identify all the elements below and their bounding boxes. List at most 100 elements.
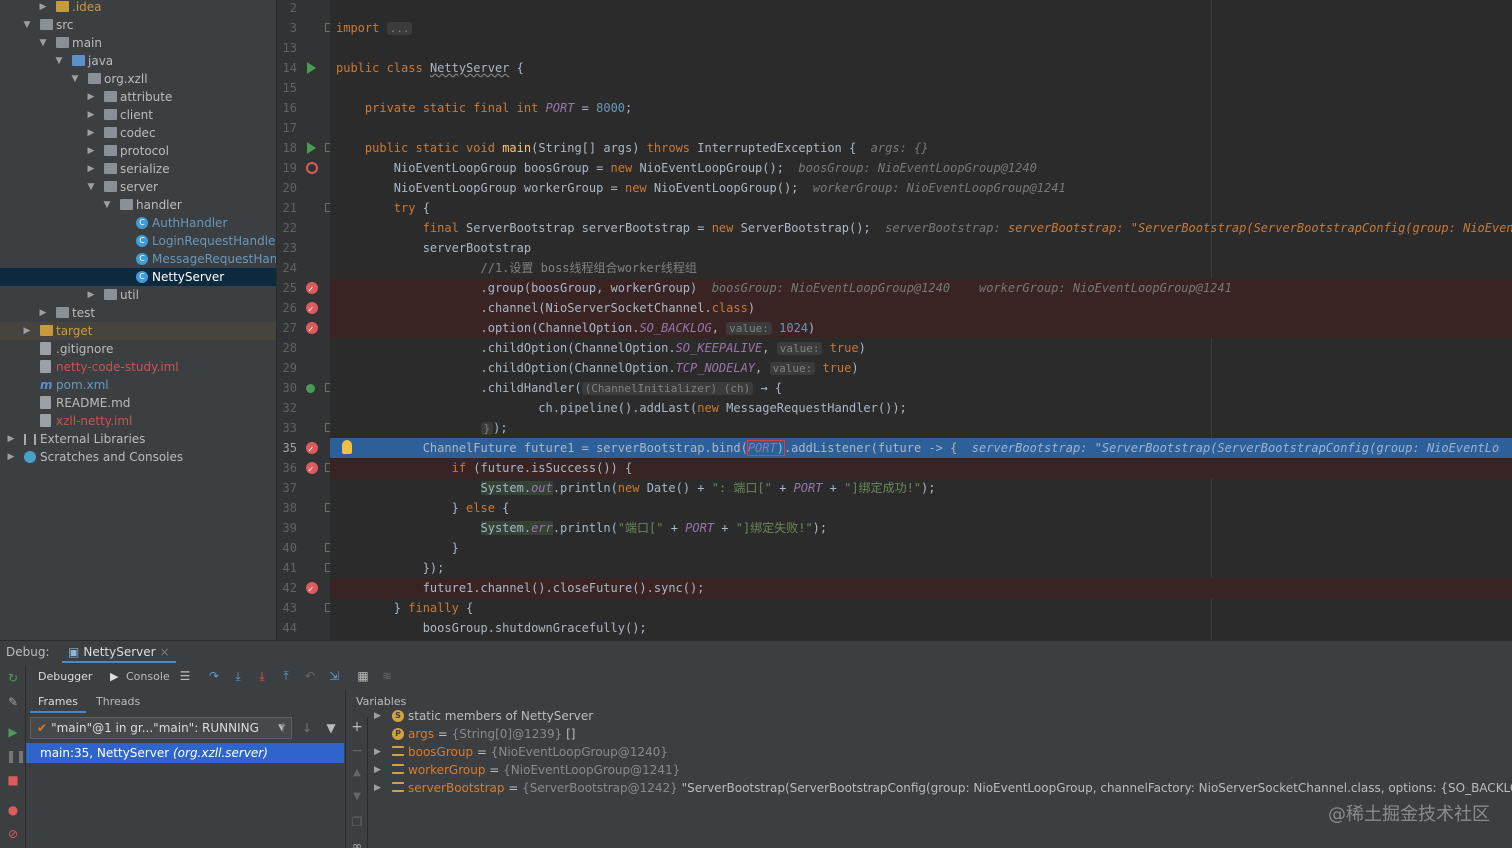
copy-icon[interactable]: ❐ [350,815,364,829]
line-number[interactable]: 39 [277,518,331,538]
stop-icon[interactable]: ■ [6,773,20,787]
breakpoint-icon[interactable]: ✓ [306,462,318,475]
mute-breakpoints-icon[interactable]: ⊘ [6,827,20,841]
remove-watch-icon[interactable]: − [350,743,364,759]
variable-row[interactable]: ▶ boosGroup = {NioEventLoopGroup@1240} [368,743,1512,761]
chevron-right-icon[interactable]: ▶ [86,124,96,142]
tree-item[interactable]: ▶ attribute [0,88,276,106]
step-over-icon[interactable]: ↷ [207,669,221,683]
line-number[interactable]: 18 [277,138,333,158]
line-number[interactable]: 22 [277,218,331,238]
line-number[interactable]: 3 [277,18,333,38]
pause-icon[interactable]: ❚❚ [6,749,26,763]
line-number[interactable]: 38 [277,498,333,518]
debug-session-tab[interactable]: ▣ NettyServer × [62,641,176,663]
tree-item[interactable]: ▶ .idea [0,0,276,16]
step-into-icon[interactable]: ⤓ [231,669,245,683]
tree-item[interactable]: ▶ Scratches and Consoles [0,448,276,466]
breakpoint-icon[interactable]: ✓ [306,322,318,335]
line-number[interactable]: 42 ✓ [277,578,331,598]
chevron-right-icon[interactable]: ▶ [6,430,16,448]
code-editor[interactable]: import ... public class NettyServer { pr… [330,0,1512,640]
variable-row[interactable]: ▶ serverBootstrap = {ServerBootstrap@1242… [368,779,1512,797]
trace-icon[interactable]: ≋ [380,669,394,683]
tree-item[interactable]: C AuthHandler [0,214,276,232]
tree-item[interactable]: ▶ serialize [0,160,276,178]
chevron-right-icon[interactable]: ▶ [86,88,96,106]
resume-icon[interactable]: ▶ [6,725,20,739]
tree-item[interactable]: ▶ client [0,106,276,124]
chevron-right-icon[interactable]: ▶ [374,761,381,779]
editor-gutter[interactable]: 2 3 13 14 15 16 17 18 19 20 21 22 23 24 25 ✓ 26 ✓ 27 ✓ 28 29 3… [276,0,333,640]
step-out-icon[interactable]: ⤒ [279,669,293,683]
drop-frame-icon[interactable]: ↶ [303,669,317,683]
chevron-right-icon[interactable]: ▶ [38,0,48,16]
line-number[interactable]: 17 [277,118,331,138]
line-number[interactable]: 26 ✓ [277,298,331,318]
frames-tab[interactable]: Frames [30,693,87,713]
run-to-cursor-icon[interactable]: ⇲ [327,669,341,683]
arrow-up-icon[interactable]: ↑ [276,719,290,737]
tree-item[interactable]: .gitignore [0,340,276,358]
tree-item[interactable]: C LoginRequestHandler [0,232,276,250]
chevron-right-icon[interactable]: ▶ [38,304,48,322]
line-number[interactable]: 40 [277,538,333,558]
tree-item[interactable]: ▼ java [0,52,276,70]
tree-item[interactable]: ▼ server [0,178,276,196]
tree-item[interactable]: ▶ protocol [0,142,276,160]
tree-item[interactable]: ▼ org.xzll [0,70,276,88]
glasses-icon[interactable]: ∞ [350,839,364,848]
variable-row[interactable]: ▶ Sstatic members of NettyServer [368,707,1512,725]
chevron-right-icon[interactable]: ▶ [374,779,381,797]
tree-item[interactable]: xzll-netty.iml [0,412,276,430]
tree-item[interactable]: C MessageRequestHand [0,250,276,268]
chevron-right-icon[interactable]: ▶ [22,322,32,340]
view-breakpoints-icon[interactable]: ● [6,803,20,817]
tree-item[interactable]: ▶ codec [0,124,276,142]
filter-icon[interactable]: ▼ [324,719,338,737]
line-number[interactable]: 20 [277,178,331,198]
line-number[interactable]: 35 ✓ [277,438,331,458]
chevron-right-icon[interactable]: ▶ [86,106,96,124]
settings-wrench-icon[interactable]: ✎ [6,695,20,709]
lambda-gutter-icon[interactable] [306,384,315,393]
line-number[interactable]: 19 [277,158,331,178]
chevron-right-icon[interactable]: ▶ [86,286,96,304]
line-number[interactable]: 36 ✓ [277,458,333,478]
line-number[interactable]: 37 [277,478,331,498]
close-tab-icon[interactable]: × [160,645,170,659]
console-tab[interactable]: Console [126,669,170,685]
chevron-down-icon[interactable]: ▼ [70,70,80,88]
chevron-down-icon[interactable]: ▼ [38,34,48,52]
tree-item[interactable]: ▼ main [0,34,276,52]
line-number[interactable]: 2 [277,0,331,18]
run-gutter-icon[interactable] [307,142,316,154]
layout-menu-icon[interactable]: ☰ [178,669,192,683]
debugger-tab[interactable]: Debugger [38,669,92,685]
line-number[interactable]: 33 [277,418,333,438]
tree-item[interactable]: ▶ test [0,304,276,322]
line-number[interactable]: 24 [277,258,331,278]
move-up-icon[interactable]: ▲ [350,767,364,778]
tree-item[interactable]: ▶ External Libraries [0,430,276,448]
line-number[interactable]: 27 ✓ [277,318,331,338]
breakpoint-icon[interactable]: ✓ [306,302,318,315]
breakpoint-icon[interactable]: ✓ [306,442,318,455]
chevron-right-icon[interactable]: ▶ [374,743,381,761]
force-step-into-icon[interactable]: ⤓ [255,669,269,683]
line-number[interactable]: 14 [277,58,331,78]
line-number[interactable]: 28 [277,338,331,358]
line-number[interactable]: 15 [277,78,331,98]
chevron-right-icon[interactable]: ▶ [86,160,96,178]
chevron-down-icon[interactable]: ▼ [102,196,112,214]
line-number[interactable]: 25 ✓ [277,278,331,298]
line-number[interactable]: 32 [277,398,331,418]
stack-frame-selected[interactable]: main:35, NettyServer (org.xzll.server) [26,743,344,763]
move-down-icon[interactable]: ▼ [350,791,364,802]
variable-row[interactable]: Pargs = {String[0]@1239} [] [368,725,1512,743]
line-number[interactable]: 29 [277,358,331,378]
add-watch-icon[interactable]: + [350,719,364,735]
arrow-down-icon[interactable]: ↓ [300,719,314,737]
chevron-right-icon[interactable]: ▶ [86,142,96,160]
console-icon[interactable]: ▶ [110,669,118,685]
